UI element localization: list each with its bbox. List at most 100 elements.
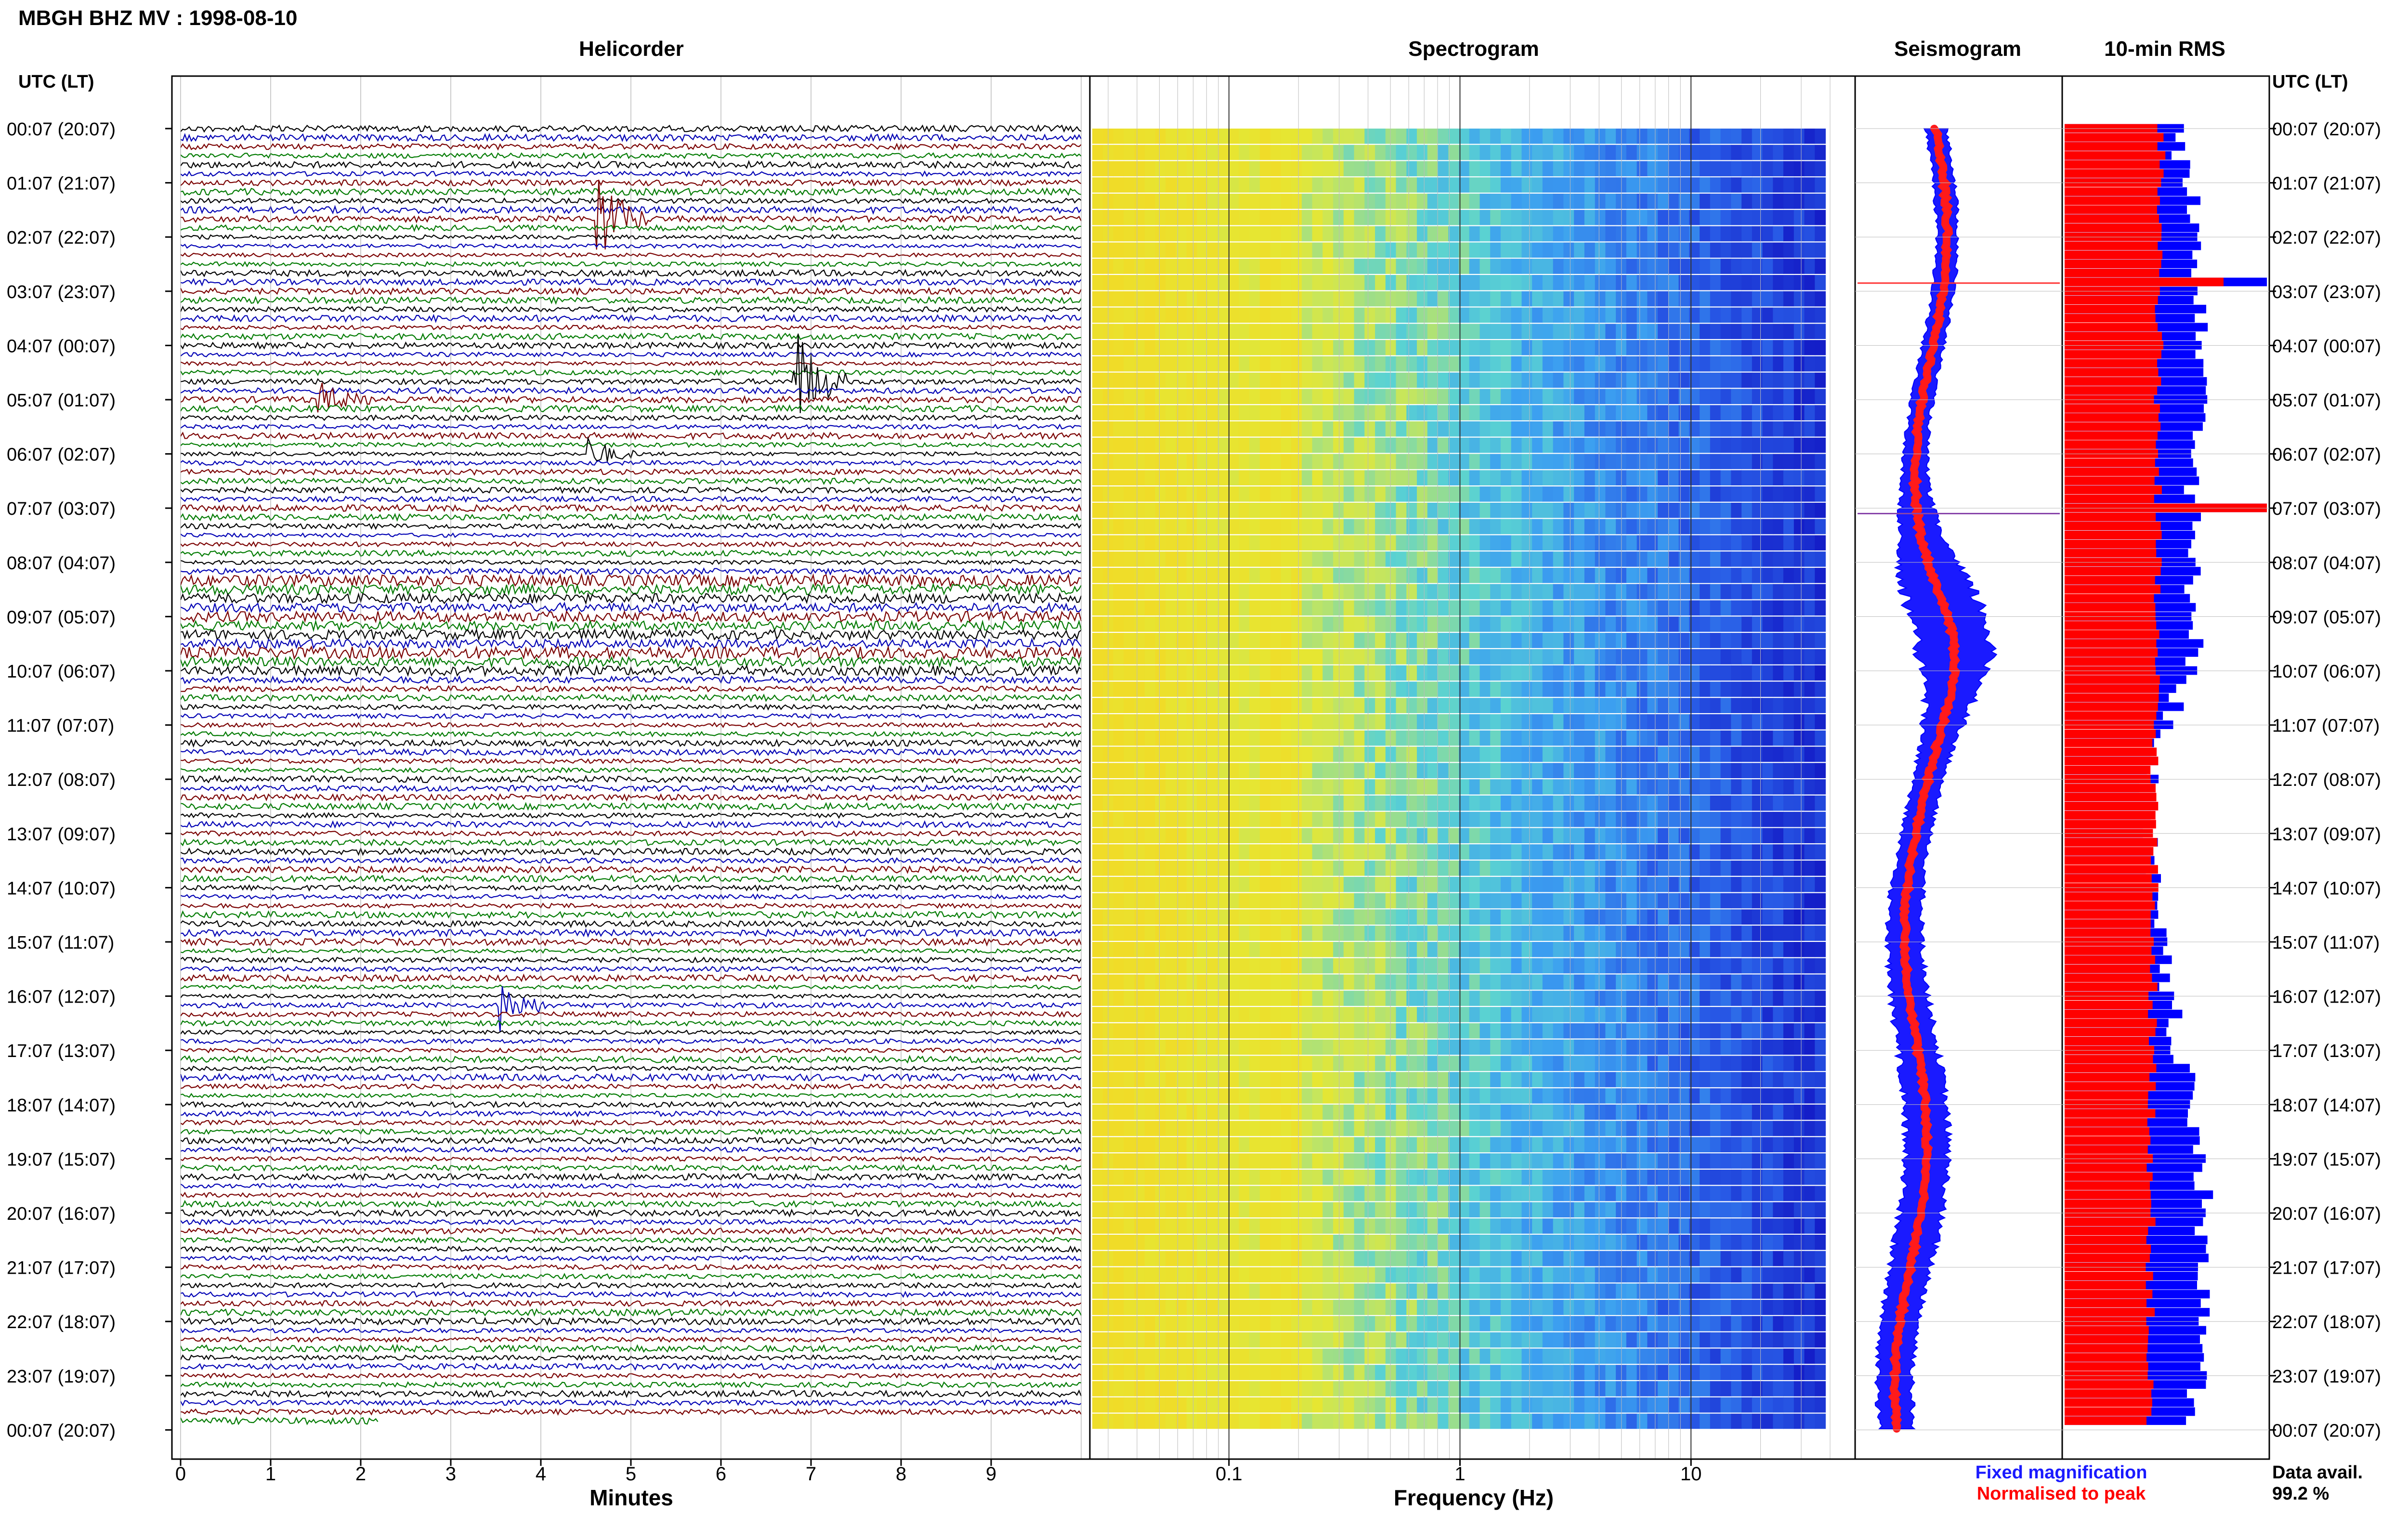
rms-bar — [2065, 910, 2158, 919]
rms-bar — [2065, 784, 2156, 793]
right-time-tick-label: 08:07 (04:07) — [2272, 553, 2381, 574]
rms-bar — [2065, 901, 2157, 910]
spectrogram-row — [1092, 535, 1826, 551]
rms-bar — [2065, 1064, 2190, 1072]
rms-bar — [2065, 757, 2158, 765]
rms-bar — [2065, 269, 2191, 277]
rms-bar — [2065, 1127, 2199, 1136]
right-time-tick-label: 20:07 (16:07) — [2272, 1204, 2381, 1224]
rms-bar — [2065, 549, 2188, 558]
left-time-tick-label: 16:07 (12:07) — [7, 987, 116, 1007]
rms-bar — [2065, 1037, 2171, 1045]
rms-bar — [2065, 169, 2190, 178]
spectrogram-row — [1092, 1023, 1826, 1039]
rms-bar — [2065, 485, 2184, 494]
rms-bar — [2065, 1371, 2207, 1380]
rms-bar — [2065, 350, 2196, 359]
spectrogram-row — [1092, 666, 1826, 681]
spectrogram-row — [1092, 1267, 1826, 1283]
right-time-tick-label: 17:07 (13:07) — [2272, 1041, 2381, 1061]
spectrogram-row — [1092, 161, 1826, 177]
rms-bar — [2065, 1173, 2194, 1181]
rms-bar — [2065, 142, 2185, 151]
rms-bar — [2065, 1408, 2195, 1416]
spectrogram-row — [1092, 1170, 1826, 1185]
right-time-tick-label: 09:07 (05:07) — [2272, 607, 2381, 627]
legend-normalised-to-peak: Normalised to peak — [1977, 1484, 2146, 1504]
left-time-tick-label: 01:07 (21:07) — [7, 174, 116, 194]
spectrogram-row — [1092, 340, 1826, 355]
rms-bar — [2065, 332, 2196, 340]
spectrogram-row — [1092, 1121, 1826, 1136]
right-time-tick-label: 01:07 (21:07) — [2272, 174, 2381, 194]
right-time-tick-label: 06:07 (02:07) — [2272, 445, 2381, 465]
right-time-tick-label: 00:07 (20:07) — [2272, 119, 2381, 140]
legend-fixed-magnification: Fixed magnification — [1976, 1462, 2147, 1483]
rms-bar — [2065, 359, 2203, 368]
spectrogram-row — [1092, 731, 1826, 746]
right-time-tick-label: 14:07 (10:07) — [2272, 878, 2381, 899]
left-time-tick-label: 14:07 (10:07) — [7, 878, 116, 899]
spectrogram-row — [1092, 551, 1826, 567]
spectrogram-row — [1092, 226, 1826, 242]
right-time-tick-label: 03:07 (23:07) — [2272, 282, 2381, 302]
spectrogram-row — [1092, 698, 1826, 713]
spectrogram-row — [1092, 1414, 1826, 1429]
spectrogram-row — [1092, 1040, 1826, 1055]
data-availability-label: Data avail. — [2272, 1462, 2363, 1483]
minute-tick-label: 2 — [355, 1463, 366, 1485]
rms-title: 10-min RMS — [2104, 37, 2225, 61]
spectrogram-row — [1092, 259, 1826, 274]
left-time-tick-label: 03:07 (23:07) — [7, 282, 116, 302]
rms-bar — [2065, 1100, 2190, 1109]
minutes-axis-label: Minutes — [589, 1485, 673, 1510]
left-time-tick-label: 12:07 (08:07) — [7, 770, 116, 790]
spectrogram-row — [1092, 909, 1826, 925]
rms-bar — [2065, 1281, 2197, 1290]
rms-bar — [2065, 1389, 2187, 1398]
left-time-tick-label: 06:07 (02:07) — [7, 445, 116, 465]
rms-bar — [2065, 260, 2197, 268]
left-time-tick-label: 18:07 (14:07) — [7, 1096, 116, 1116]
rms-bar — [2065, 1136, 2200, 1145]
spectrogram-row — [1092, 373, 1826, 388]
rms-bar — [2065, 1398, 2194, 1407]
spectrogram-row — [1092, 1088, 1826, 1104]
rms-bar — [2065, 1253, 2209, 1262]
rms-bar — [2065, 648, 2198, 657]
spectrogram-row — [1092, 470, 1826, 485]
seismogram-title: Seismogram — [1894, 37, 2021, 61]
spectrogram-row — [1092, 714, 1826, 730]
right-time-tick-label: 05:07 (01:07) — [2272, 391, 2381, 411]
rms-bar — [2065, 495, 2195, 503]
left-time-tick-label: 04:07 (00:07) — [7, 336, 116, 356]
rms-bar — [2065, 874, 2161, 883]
spectrogram-row — [1092, 796, 1826, 811]
spectrogram-row — [1092, 1397, 1826, 1413]
spectrogram-row — [1092, 1235, 1826, 1250]
rms-bar — [2065, 603, 2196, 612]
spectrogram-row — [1092, 893, 1826, 909]
rms-bar — [2065, 684, 2176, 693]
spectrogram-row — [1092, 129, 1826, 144]
spectrogram-row — [1092, 861, 1826, 876]
rms-bar — [2065, 368, 2203, 377]
right-time-axis-label: UTC (LT) — [2272, 72, 2348, 92]
spectrogram-row — [1092, 503, 1826, 518]
left-time-tick-label: 05:07 (01:07) — [7, 391, 116, 411]
minute-tick-label: 3 — [445, 1463, 456, 1485]
spectrogram-row — [1092, 177, 1826, 193]
rms-bar — [2065, 1010, 2182, 1018]
rms-bar — [2065, 223, 2199, 232]
frequency-tick-label: 0.1 — [1216, 1463, 1243, 1485]
rms-bar — [2065, 1380, 2206, 1389]
rms-bar — [2065, 206, 2187, 214]
rms-bar — [2065, 323, 2208, 332]
right-time-tick-label: 16:07 (12:07) — [2272, 987, 2381, 1007]
rms-bar — [2065, 233, 2198, 241]
rms-bar — [2065, 296, 2194, 304]
right-time-tick-label: 12:07 (08:07) — [2272, 770, 2381, 790]
right-time-tick-label: 00:07 (20:07) — [2272, 1421, 2381, 1441]
rms-bar — [2065, 982, 2159, 991]
rms-bar — [2065, 314, 2195, 323]
